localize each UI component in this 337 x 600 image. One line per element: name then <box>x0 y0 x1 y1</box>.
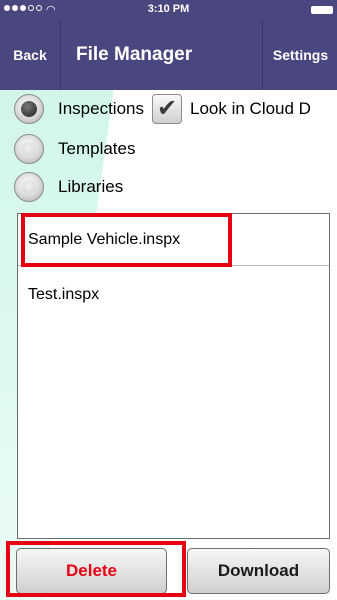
file-name: Sample Vehicle.inspx <box>28 231 181 248</box>
file-list[interactable]: Sample Vehicle.inspx Test.inspx <box>17 213 330 539</box>
file-name: Test.inspx <box>28 286 100 303</box>
list-item[interactable]: Sample Vehicle.inspx <box>18 214 329 266</box>
download-button[interactable]: Download <box>187 548 330 594</box>
radio-selected-icon[interactable] <box>14 94 44 124</box>
cloud-checkbox[interactable]: ✔ <box>152 94 182 124</box>
status-time: 3:10 PM <box>147 3 190 15</box>
option-templates[interactable]: Templates <box>14 134 135 164</box>
option-label: Libraries <box>58 177 124 196</box>
radio-unselected-icon[interactable] <box>14 172 44 202</box>
list-item[interactable]: Test.inspx <box>18 266 329 318</box>
option-inspections[interactable]: Inspections ✔ Look in Cloud D <box>14 94 311 124</box>
page-title: File Manager <box>76 44 193 65</box>
file-type-options: Inspections ✔ Look in Cloud D Templates … <box>0 94 337 204</box>
status-bar: ◠ 3:10 PM <box>0 0 337 20</box>
navigation-bar: Back File Manager Settings <box>0 20 337 90</box>
back-button[interactable]: Back <box>0 20 61 90</box>
settings-button[interactable]: Settings <box>262 20 337 90</box>
option-label: Inspections <box>58 99 144 118</box>
battery-icon <box>311 6 333 14</box>
option-label: Templates <box>58 139 136 158</box>
checkmark-icon: ✔ <box>156 95 178 122</box>
cloud-checkbox-label: Look in Cloud D <box>190 99 311 118</box>
option-libraries[interactable]: Libraries <box>14 172 123 202</box>
radio-unselected-icon[interactable] <box>14 134 44 164</box>
delete-button[interactable]: Delete <box>16 548 167 594</box>
